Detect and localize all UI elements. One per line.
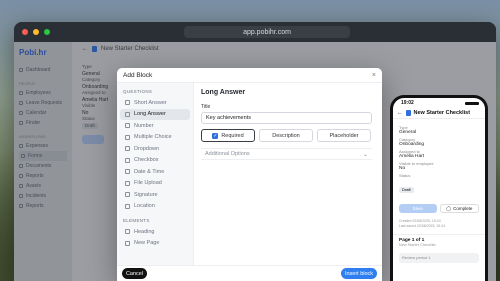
page-icon	[125, 240, 130, 246]
assigned-value: Amelia Hart	[399, 154, 425, 159]
number-icon	[125, 123, 130, 129]
block-dropdown[interactable]: Dropdown	[120, 143, 190, 155]
block-file-upload[interactable]: File Upload	[120, 178, 190, 190]
block-type-list: QUESTIONS Short Answer Long Answer Numbe…	[117, 83, 194, 281]
block-multiple-choice[interactable]: Multiple Choice	[120, 132, 190, 144]
document-icon	[405, 110, 411, 116]
phone-time: 19:02	[401, 100, 414, 106]
phone-title: New Starter Checklist	[413, 110, 471, 116]
location-icon	[125, 203, 130, 209]
elements-group-label: ELEMENTS	[123, 218, 150, 223]
add-block-modal: Add Block × QUESTIONS Short Answer Long …	[117, 68, 382, 281]
block-date-time[interactable]: Date & Time	[120, 166, 190, 178]
block-checkbox[interactable]: Checkbox	[120, 155, 190, 167]
close-window-button[interactable]	[22, 29, 28, 35]
block-long-answer[interactable]: Long Answer	[120, 108, 190, 120]
title-input[interactable]: Key achievements	[201, 112, 372, 124]
title-label: Title	[201, 104, 211, 110]
required-option[interactable]: ✓ Required	[201, 129, 255, 142]
block-options: ✓ Required Description Placeholder	[201, 129, 375, 142]
phone-actions: Save ◯ Complete	[393, 200, 485, 217]
block-location[interactable]: Location	[120, 201, 190, 213]
modal-footer: Cancel Insert block	[117, 265, 382, 281]
status-badge: Draft	[399, 186, 414, 193]
modal-header: Add Block ×	[117, 68, 382, 83]
check-icon: ✓	[212, 132, 219, 139]
phone-screen: 19:02 ← New Starter Checklist Type Gener…	[393, 98, 485, 281]
checkbox-icon	[125, 157, 130, 163]
close-icon[interactable]: ×	[372, 72, 376, 79]
dropdown-icon	[125, 146, 130, 152]
category-value: Onboarding	[399, 142, 425, 147]
block-signature[interactable]: Signature	[120, 189, 190, 201]
type-value: General	[399, 130, 417, 135]
block-heading[interactable]: Heading	[120, 226, 190, 238]
long-text-icon	[125, 111, 130, 117]
block-title: Long Answer	[201, 89, 246, 96]
save-button[interactable]: Save	[399, 204, 437, 213]
heading-icon	[125, 229, 130, 235]
minimize-window-button[interactable]	[33, 29, 39, 35]
block-number[interactable]: Number	[120, 120, 190, 132]
block-new-page[interactable]: New Page	[120, 238, 190, 250]
modal-title: Add Block	[123, 71, 153, 79]
calendar-icon	[125, 169, 130, 175]
page-subtitle: New Starter Checklist	[399, 243, 436, 247]
additional-options-toggle[interactable]: Additional Options ⌄	[201, 148, 372, 160]
insert-block-button[interactable]: Insert block	[341, 268, 377, 279]
block-short-answer[interactable]: Short Answer	[120, 97, 190, 109]
back-icon[interactable]: ←	[397, 110, 403, 116]
phone-fields: Type General Category Onboarding Assigne…	[393, 119, 485, 200]
maximize-window-button[interactable]	[44, 29, 50, 35]
questions-group-label: QUESTIONS	[123, 89, 153, 94]
phone-meta: Created 02/08/2025, 15:24 Last saved 02/…	[393, 217, 485, 231]
block-editor: Long Answer Title Key achievements ✓ Req…	[194, 83, 382, 281]
short-text-icon	[125, 100, 130, 106]
page-section: Page 1 of 1 New Starter Checklist	[393, 234, 485, 250]
status-label: Status	[399, 173, 411, 178]
placeholder-option[interactable]: Placeholder	[317, 129, 371, 142]
cancel-button[interactable]: Cancel	[122, 268, 147, 279]
radio-icon	[125, 134, 130, 140]
browser-titlebar: app.pobihr.com	[14, 22, 496, 42]
signature-icon	[125, 192, 130, 198]
complete-button[interactable]: ◯ Complete	[439, 204, 479, 213]
phone-device: 19:02 ← New Starter Checklist Type Gener…	[390, 95, 488, 281]
phone-header: ← New Starter Checklist	[393, 108, 485, 119]
upload-icon	[125, 180, 130, 186]
updated-timestamp: Last saved 02/08/2025, 15:24	[399, 224, 446, 228]
review-card[interactable]: Review period 1	[399, 253, 479, 263]
visible-value: No	[399, 166, 406, 171]
description-option[interactable]: Description	[259, 129, 313, 142]
check-circle-icon: ◯	[446, 205, 452, 211]
phone-status-bar: 19:02	[393, 98, 485, 108]
battery-icon	[465, 101, 479, 105]
chevron-down-icon: ⌄	[362, 151, 368, 158]
address-bar[interactable]: app.pobihr.com	[184, 26, 350, 38]
